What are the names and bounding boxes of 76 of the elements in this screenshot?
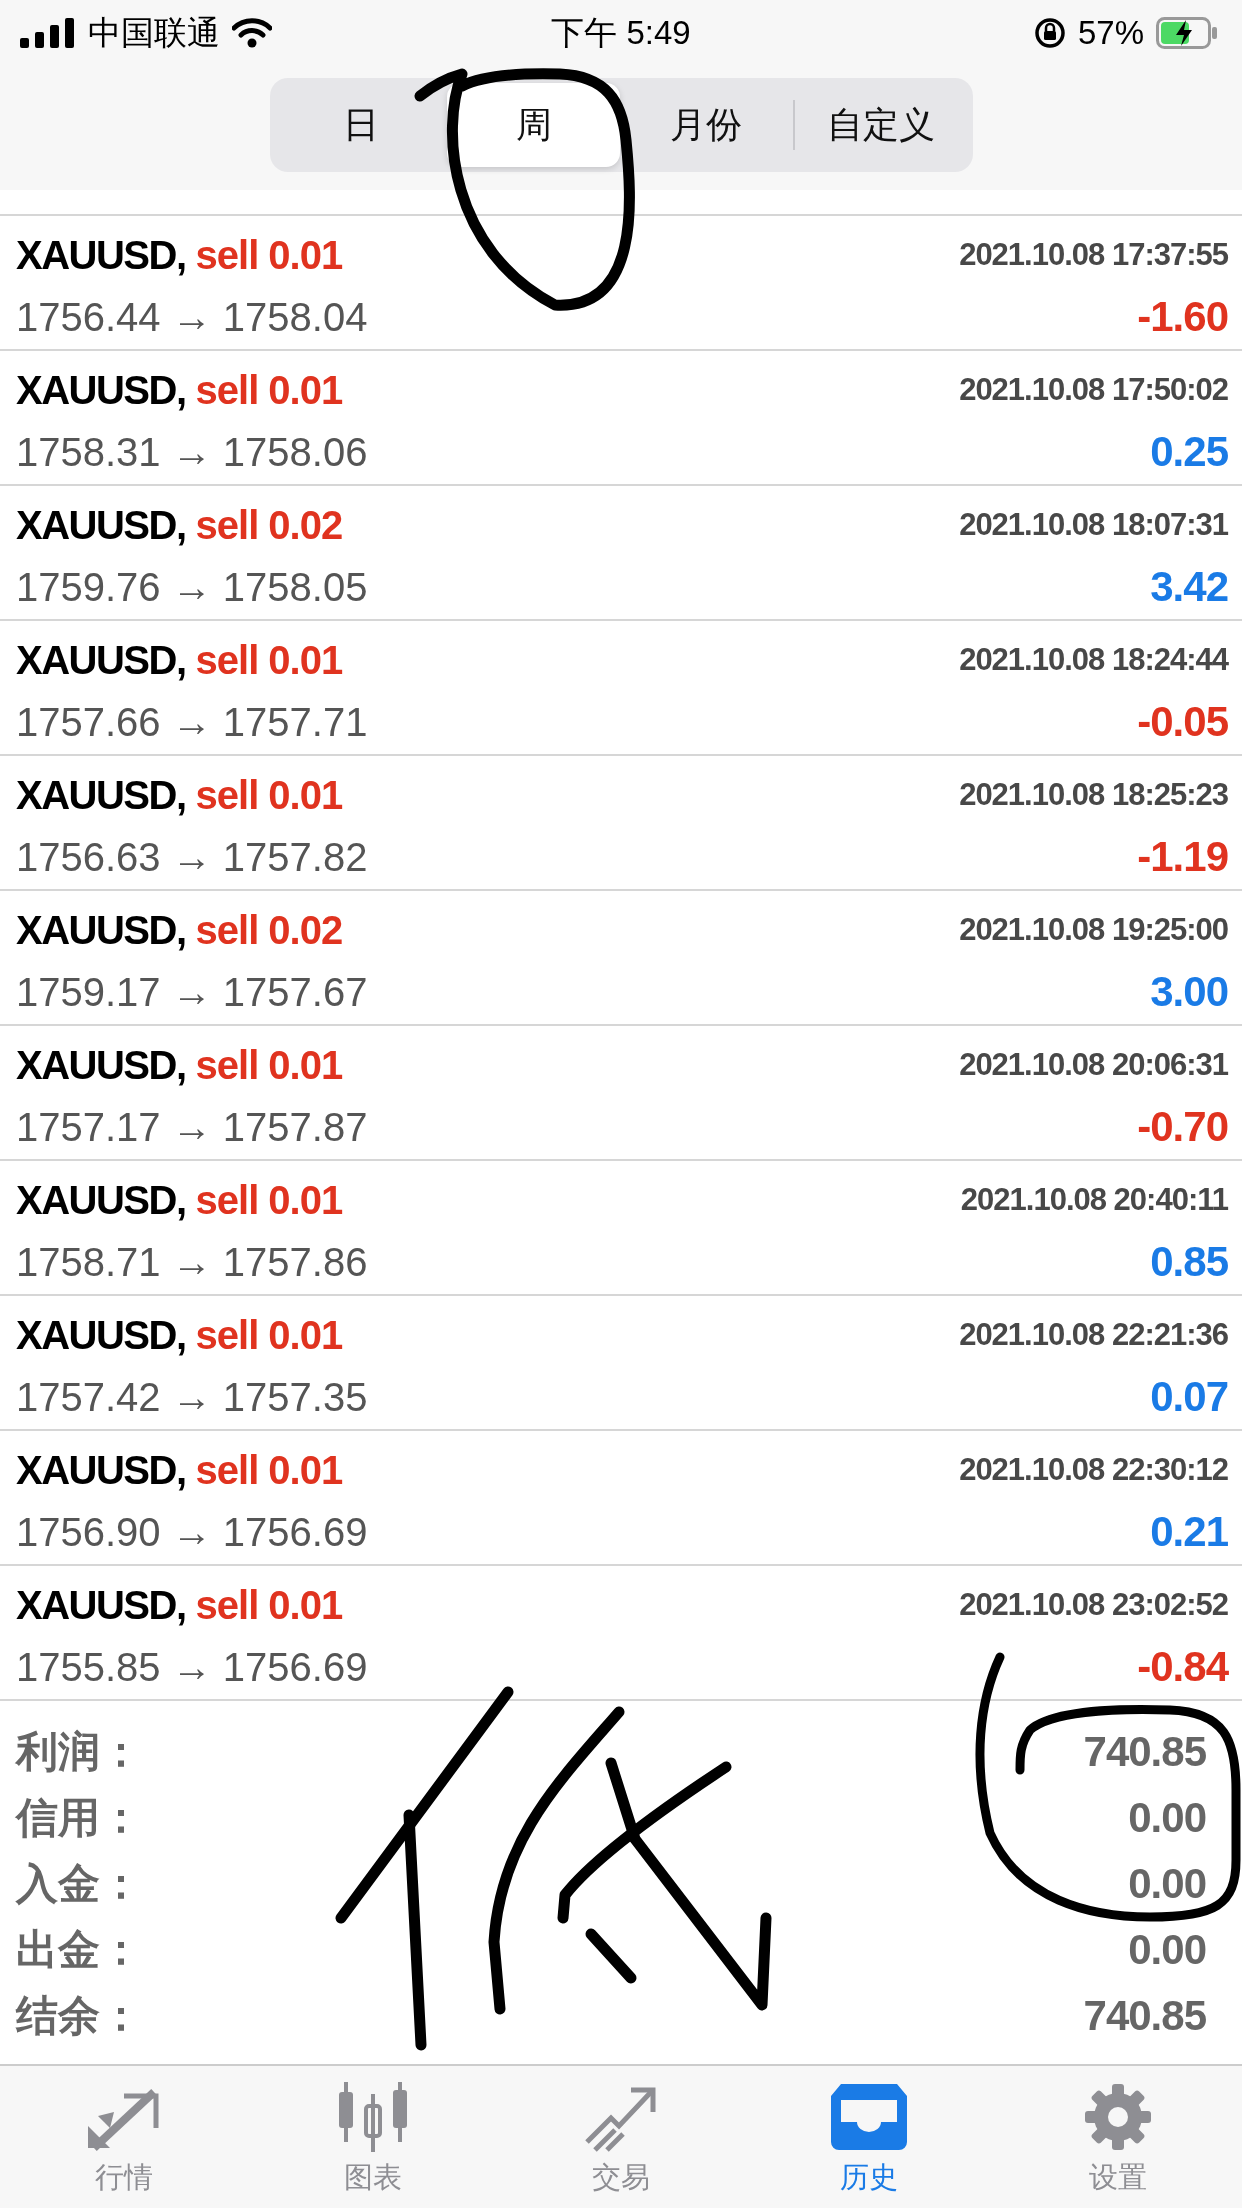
trade-time: 2021.10.08 22:21:36 — [959, 1317, 1228, 1353]
summary-value: 0.00 — [1128, 1926, 1206, 1974]
price-range: 1756.44 → 1758.04 — [16, 294, 368, 340]
tab-bar-item[interactable]: 历史 — [745, 2066, 994, 2208]
order-side: sell 0.01 — [195, 772, 343, 818]
trade-time: 2021.10.08 19:25:00 — [959, 912, 1228, 948]
order-side: sell 0.01 — [195, 1447, 343, 1493]
summary-value: 0.00 — [1128, 1860, 1206, 1908]
profit-value: 0.85 — [1150, 1238, 1228, 1286]
order-side: sell 0.01 — [195, 1042, 343, 1088]
summary-value: 740.85 — [1083, 1992, 1206, 2040]
trade-time: 2021.10.08 18:24:44 — [959, 642, 1228, 678]
price-range: 1756.90 → 1756.69 — [16, 1509, 368, 1555]
summary-label: 入金： — [16, 1859, 142, 1909]
order-side: sell 0.01 — [195, 637, 343, 683]
summary-value: 0.00 — [1128, 1794, 1206, 1842]
summary-label: 出金： — [16, 1925, 142, 1975]
profit-value: 3.42 — [1150, 563, 1228, 611]
trade-time: 2021.10.08 23:02:52 — [959, 1587, 1228, 1623]
order-side: sell 0.02 — [195, 502, 343, 548]
symbol-name: XAUUSD, — [16, 367, 186, 413]
symbol-name: XAUUSD, — [16, 1177, 186, 1223]
period-tab[interactable]: 月份 — [620, 83, 793, 167]
summary-label: 利润： — [16, 1727, 142, 1777]
trade-time: 2021.10.08 18:07:31 — [959, 507, 1228, 543]
symbol-name: XAUUSD, — [16, 502, 186, 548]
symbol-name: XAUUSD, — [16, 232, 186, 278]
period-tab[interactable]: 自定义 — [794, 83, 968, 167]
tab-bar-item[interactable]: 行情 — [0, 2066, 249, 2208]
summary-label: 结余： — [16, 1991, 142, 2041]
trade-time: 2021.10.08 20:40:11 — [960, 1182, 1228, 1218]
summary-label: 信用： — [16, 1793, 142, 1843]
price-range: 1758.31 → 1758.06 — [16, 429, 368, 475]
symbol-name: XAUUSD, — [16, 637, 186, 683]
profit-value: -1.60 — [1137, 293, 1228, 341]
order-side: sell 0.01 — [195, 232, 343, 278]
order-side: sell 0.01 — [195, 1582, 343, 1628]
symbol-name: XAUUSD, — [16, 1042, 186, 1088]
trade-time: 2021.10.08 20:06:31 — [959, 1047, 1228, 1083]
symbol-name: XAUUSD, — [16, 1582, 186, 1628]
symbol-name: XAUUSD, — [16, 907, 186, 953]
price-range: 1758.71 → 1757.86 — [16, 1239, 368, 1285]
order-side: sell 0.01 — [195, 1312, 343, 1358]
summary-value: 740.85 — [1083, 1728, 1206, 1776]
profit-value: -1.19 — [1137, 833, 1228, 881]
trade-time: 2021.10.08 22:30:12 — [959, 1452, 1228, 1488]
clock-time: 下午 5:49 — [551, 12, 691, 53]
profit-value: -0.84 — [1137, 1643, 1228, 1691]
profit-value: 0.21 — [1150, 1508, 1228, 1556]
profit-value: 0.07 — [1150, 1373, 1228, 1421]
tab-bar-item[interactable]: 交易 — [496, 2066, 746, 2208]
order-side: sell 0.01 — [195, 1177, 343, 1223]
price-range: 1757.42 → 1757.35 — [16, 1374, 368, 1420]
price-range: 1755.85 → 1756.69 — [16, 1644, 368, 1690]
symbol-name: XAUUSD, — [16, 1312, 186, 1358]
profit-value: 0.25 — [1150, 428, 1228, 476]
price-range: 1759.76 → 1758.05 — [16, 564, 368, 610]
price-range: 1756.63 → 1757.82 — [16, 834, 368, 880]
trade-time: 2021.10.08 18:25:23 — [959, 777, 1228, 813]
tab-bar-item[interactable]: 设置 — [993, 2066, 1242, 2208]
price-range: 1757.66 → 1757.71 — [16, 699, 368, 745]
trade-time: 2021.10.08 17:37:55 — [959, 237, 1228, 273]
tab-bar-item[interactable]: 图表 — [248, 2066, 497, 2208]
carrier-name: 中国联通 — [88, 12, 220, 53]
profit-value: -0.05 — [1137, 698, 1228, 746]
battery-percent: 57% — [1077, 14, 1144, 52]
order-side: sell 0.02 — [195, 907, 343, 953]
profit-value: -0.70 — [1137, 1103, 1228, 1151]
profit-value: 3.00 — [1150, 968, 1228, 1016]
symbol-name: XAUUSD, — [16, 1447, 186, 1493]
period-tab[interactable]: 日 — [274, 83, 448, 167]
price-range: 1759.17 → 1757.67 — [16, 969, 368, 1015]
price-range: 1757.17 → 1757.87 — [16, 1104, 368, 1150]
trade-time: 2021.10.08 17:50:02 — [959, 372, 1228, 408]
order-side: sell 0.01 — [195, 367, 343, 413]
symbol-name: XAUUSD, — [16, 772, 186, 818]
